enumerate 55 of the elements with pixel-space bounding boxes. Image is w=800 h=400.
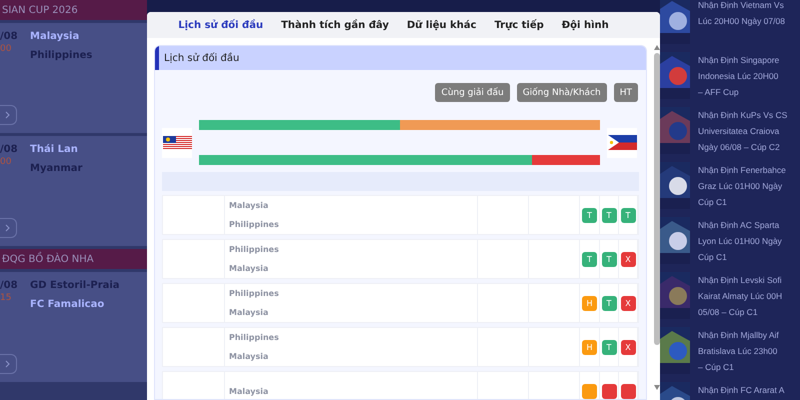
result-badge: T <box>620 208 636 222</box>
team-name: Philippines <box>229 245 280 254</box>
competition-heading: SIAN CUP 2026 <box>0 0 147 20</box>
result-badge: T <box>602 296 616 310</box>
team-name: Malaysia <box>229 352 270 361</box>
competition-heading: ĐQG BỒ ĐÀO NHA <box>0 249 147 269</box>
team-name: Malaysia <box>229 308 270 317</box>
scroll-up-icon[interactable] <box>654 45 660 50</box>
scroll-down-icon[interactable] <box>654 385 660 390</box>
news-link[interactable]: Nhận Định AC Sparta Lyon Lúc 01H00 Ngày Cúp C1 <box>698 217 782 264</box>
tab[interactable]: Dữ liệu khác <box>406 18 476 32</box>
result-badge: T <box>582 208 597 222</box>
team-name: Malaysia <box>229 201 270 210</box>
filter-button[interactable]: HT <box>614 83 638 102</box>
team-name: Malaysia <box>30 31 80 42</box>
tab[interactable]: Đội hình <box>562 18 609 32</box>
result-badge: T <box>602 252 616 266</box>
details-button[interactable] <box>0 354 17 374</box>
filter-button[interactable]: Giống Nhà/Khách <box>516 83 607 102</box>
result-badge: H <box>582 296 597 310</box>
tab[interactable]: Thành tích gần đây <box>281 18 389 32</box>
match-time: 00 <box>0 157 12 167</box>
news-link[interactable]: Nhận Định KuPs Vs CS Universitatea Craiova Ngày 06/08 – Cúp C2 <box>698 107 788 154</box>
chevron-right-icon <box>5 111 11 119</box>
team-name: FC Famalicao <box>30 299 106 310</box>
team-name: Malaysia <box>229 386 270 396</box>
team-name: Philippines <box>229 333 280 342</box>
match-time: 00 <box>0 44 12 54</box>
result-badge: T <box>602 340 616 354</box>
details-button[interactable] <box>0 218 17 238</box>
news-link[interactable]: Nhận Định Vietnam Vs Lúc 20H00 Ngày 07/08 <box>698 0 785 44</box>
match-time: 15 <box>0 293 12 303</box>
section-title: Lịch sử đối đầu <box>155 46 646 70</box>
news-link[interactable]: Nhận Định Levski Sofi Kairat Almaty Lúc 00H 05/08 – Cúp C1 <box>698 272 782 319</box>
news-link[interactable]: Nhận Định FC Ararat A <box>698 382 784 400</box>
chevron-right-icon <box>5 224 11 232</box>
result-badge: H <box>582 340 597 354</box>
team-name: Malaysia <box>229 264 270 273</box>
result-badge: T <box>602 208 616 222</box>
team-name: Philippines <box>229 289 280 298</box>
tab[interactable]: Lịch sử đối đầu <box>178 18 264 32</box>
news-link[interactable]: Nhận Định Mjallby Aif Bratislava Lúc 23h00 – Cúp C1 <box>698 327 779 374</box>
chevron-right-icon <box>5 360 11 368</box>
filter-button[interactable]: Cùng giải đấu <box>435 83 510 102</box>
news-link[interactable]: Nhận Định Singapore Indonesia Lúc 20H00 – AFF Cup <box>698 52 780 99</box>
details-button[interactable] <box>0 105 17 125</box>
news-link[interactable]: Nhận Định Fenerbahce Graz Lúc 01H00 Ngày Cúp C1 <box>698 162 786 209</box>
result-badge: X <box>620 340 636 354</box>
result-badge: X <box>620 296 636 310</box>
team-name: Thái Lan <box>30 144 79 155</box>
flag-icon <box>162 136 192 150</box>
tab[interactable]: Trực tiếp <box>494 18 544 32</box>
result-badge: T <box>582 252 597 266</box>
result-badge: X <box>620 252 636 266</box>
team-name: Philippines <box>229 220 280 229</box>
